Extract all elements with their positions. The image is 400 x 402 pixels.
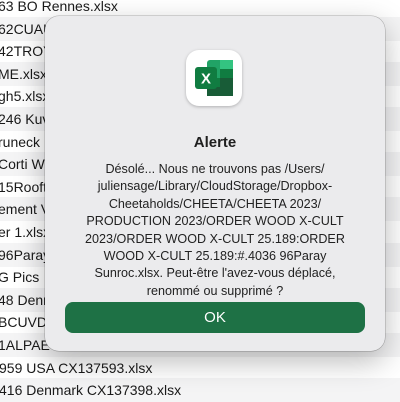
file-name: 246 Kuv [0, 111, 50, 127]
file-name: G Pics [0, 269, 40, 286]
file-name: 1ALPAE [0, 337, 50, 353]
file-name: 96Paray [0, 246, 51, 263]
file-list-row[interactable]: 959 USA CX137593.xlsx [0, 356, 400, 380]
file-name: ement V [0, 201, 51, 218]
file-list-row[interactable]: 416 Denmark CX137398.xlsx [0, 378, 400, 402]
file-name: 959 USA CX137593.xlsx [0, 359, 153, 376]
file-name: 416 Denmark CX137398.xlsx [0, 382, 182, 399]
file-name: gh5.xlsx [0, 88, 50, 105]
ok-button[interactable]: OK [65, 302, 365, 333]
alert-dialog: X Alerte Désolé... Nous ne trouvons pas … [45, 16, 385, 351]
dialog-message: Désolé... Nous ne trouvons pas /Users/ j… [85, 162, 345, 298]
file-name: er 1.xlsx [0, 224, 51, 240]
file-name: 15Rooft [0, 178, 48, 195]
file-name: 63 BO Rennes.xlsx [0, 0, 118, 14]
microsoft-excel-icon: X [195, 60, 233, 96]
dialog-title: Alerte [193, 134, 237, 151]
file-name: ME.xlsx [0, 65, 47, 82]
file-name: runeck [0, 133, 41, 150]
excel-app-icon: X [186, 50, 242, 106]
excel-icon-letter: X [201, 71, 211, 88]
